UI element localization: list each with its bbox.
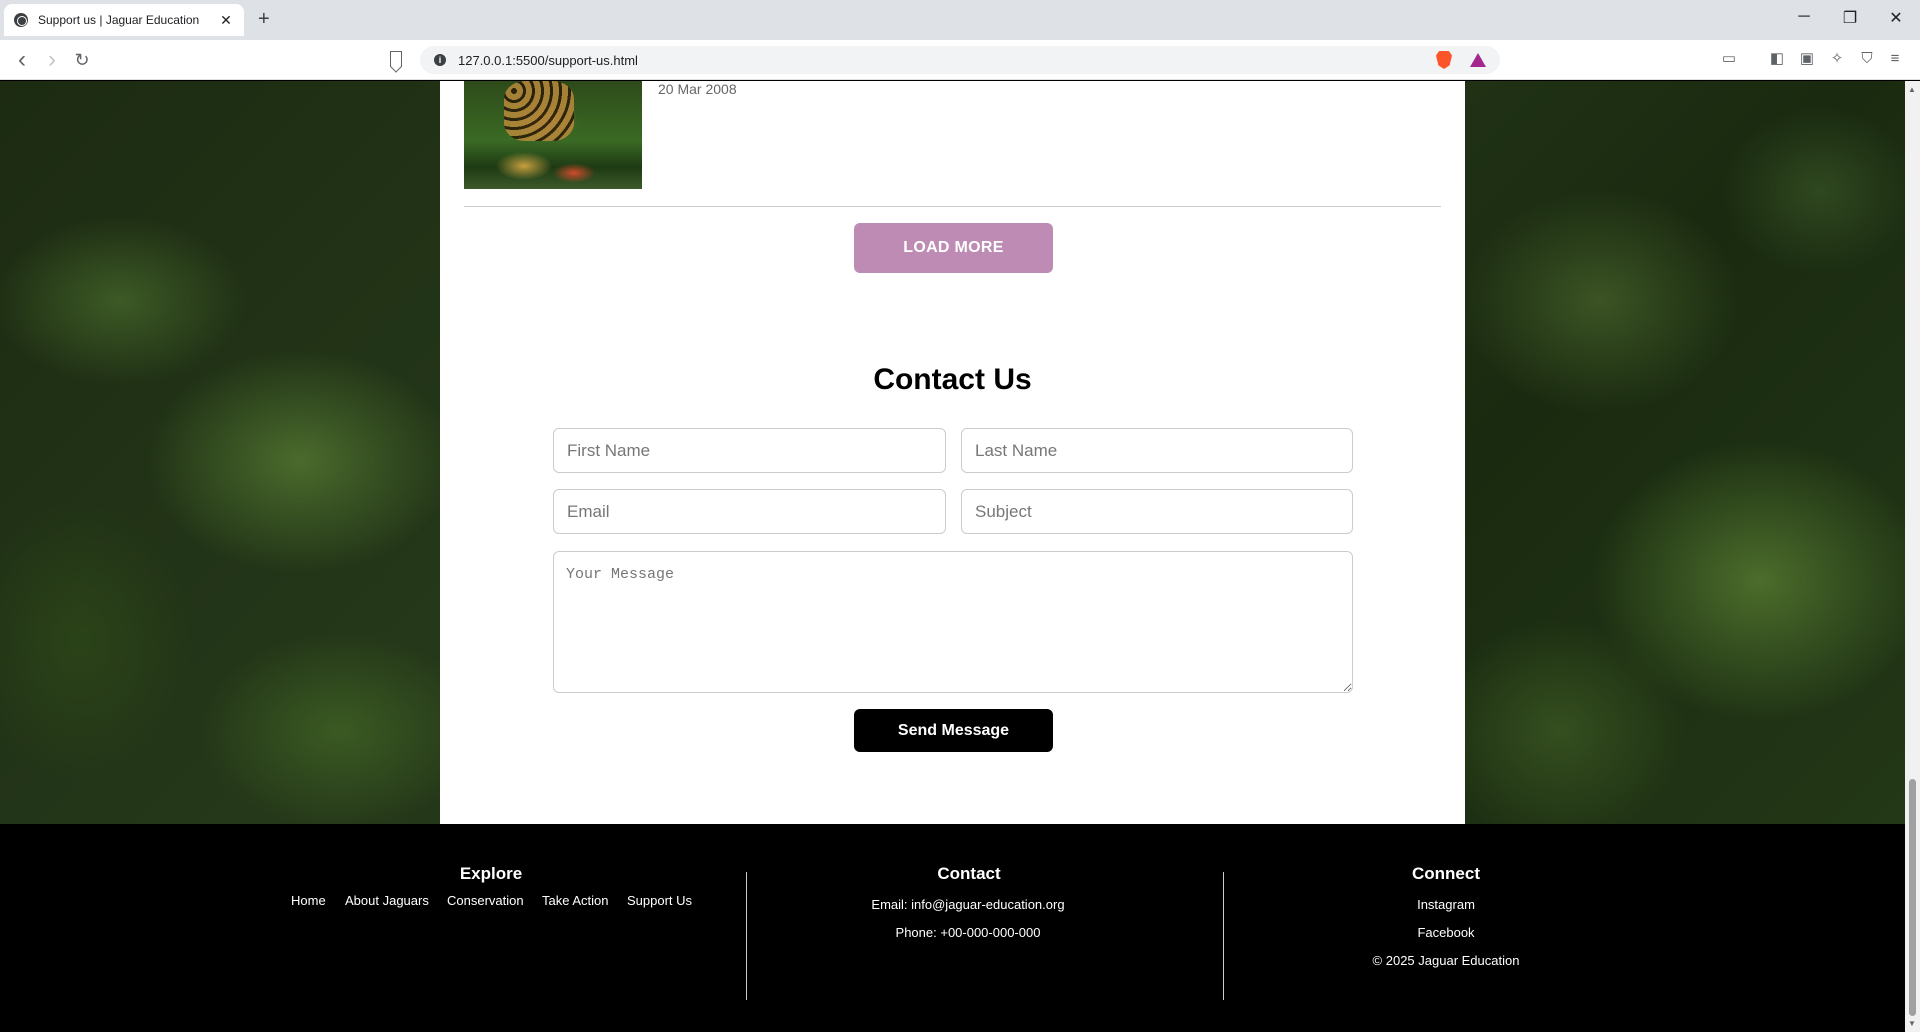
tab-close-icon[interactable]: ✕ xyxy=(218,12,234,29)
site-info-icon[interactable]: i xyxy=(434,54,446,66)
url-text[interactable]: 127.0.0.1:5500/support-us.html xyxy=(458,53,1428,68)
footer-phone: Phone: +00-000-000-000 xyxy=(895,925,1041,940)
new-tab-button[interactable]: + xyxy=(258,8,270,30)
scroll-up-icon[interactable]: ▲ xyxy=(1908,85,1916,94)
browser-tab-bar: Support us | Jaguar Education ✕ + ─ ❐ ✕ xyxy=(0,0,1920,40)
subject-field[interactable] xyxy=(961,489,1353,534)
scroll-thumb[interactable] xyxy=(1909,779,1916,1016)
browser-toolbar: ‹ › ↻ i 127.0.0.1:5500/support-us.html ▭… xyxy=(0,40,1920,80)
footer: Explore Home About Jaguars Conservation … xyxy=(0,824,1905,1032)
screenshot-icon[interactable]: ▭ xyxy=(1720,50,1738,68)
footer-email[interactable]: Email: info@jaguar-education.org xyxy=(768,897,1168,912)
news-date: 20 Mar 2008 xyxy=(658,81,737,97)
minimize-icon[interactable]: ─ xyxy=(1794,8,1814,26)
footer-copyright: © 2025 Jaguar Education xyxy=(1372,953,1520,968)
page-scrollbar[interactable]: ▲ ▼ xyxy=(1905,81,1920,1032)
restore-icon[interactable]: ❐ xyxy=(1840,8,1860,28)
email-field[interactable] xyxy=(553,489,946,534)
load-more-button[interactable]: LOAD MORE xyxy=(854,223,1053,273)
browser-tab[interactable]: Support us | Jaguar Education ✕ xyxy=(4,4,244,36)
tab-title: Support us | Jaguar Education xyxy=(38,13,200,27)
brave-shields-icon[interactable] xyxy=(1436,51,1452,69)
news-thumbnail[interactable] xyxy=(464,81,642,189)
page-viewport: 20 Mar 2008 LOAD MORE Contact Us Send Me… xyxy=(0,81,1905,1032)
wallet-icon[interactable]: ▣ xyxy=(1798,50,1816,68)
send-message-button[interactable]: Send Message xyxy=(854,709,1053,752)
message-field[interactable] xyxy=(553,551,1353,693)
menu-icon[interactable]: ≡ xyxy=(1886,50,1904,68)
first-name-field[interactable] xyxy=(553,428,946,473)
footer-divider-2 xyxy=(1223,872,1224,1000)
last-name-field[interactable] xyxy=(961,428,1353,473)
footer-divider-1 xyxy=(746,872,747,1000)
vpn-shield-icon[interactable]: ⛉ xyxy=(1858,50,1876,68)
footer-connect-title: Connect xyxy=(1412,864,1480,883)
footer-link-about-jaguars[interactable]: About Jaguars xyxy=(345,893,429,908)
brave-rewards-icon[interactable] xyxy=(1470,53,1486,67)
footer-contact-title: Contact xyxy=(937,864,1001,883)
bookmark-icon[interactable] xyxy=(390,51,402,67)
main-content: 20 Mar 2008 LOAD MORE Contact Us Send Me… xyxy=(440,81,1465,824)
footer-link-home[interactable]: Home xyxy=(291,893,326,908)
contact-title: Contact Us xyxy=(873,363,1032,396)
leo-ai-icon[interactable]: ✧ xyxy=(1828,50,1846,68)
footer-link-facebook[interactable]: Facebook xyxy=(1346,925,1546,940)
footer-link-conservation[interactable]: Conservation xyxy=(447,893,524,908)
footer-explore-title: Explore xyxy=(459,864,523,883)
sidebar-icon[interactable]: ◧ xyxy=(1768,50,1786,68)
forward-icon[interactable]: › xyxy=(40,48,64,72)
footer-link-instagram[interactable]: Instagram xyxy=(1346,897,1546,912)
window-close-icon[interactable]: ✕ xyxy=(1886,8,1906,28)
globe-icon xyxy=(14,13,28,27)
scroll-down-icon[interactable]: ▼ xyxy=(1908,1019,1916,1028)
address-bar[interactable]: i 127.0.0.1:5500/support-us.html xyxy=(420,46,1500,74)
footer-link-take-action[interactable]: Take Action xyxy=(542,893,609,908)
footer-link-support-us[interactable]: Support Us xyxy=(627,893,692,908)
reload-icon[interactable]: ↻ xyxy=(70,48,94,72)
news-divider xyxy=(464,206,1441,207)
back-icon[interactable]: ‹ xyxy=(10,48,34,72)
